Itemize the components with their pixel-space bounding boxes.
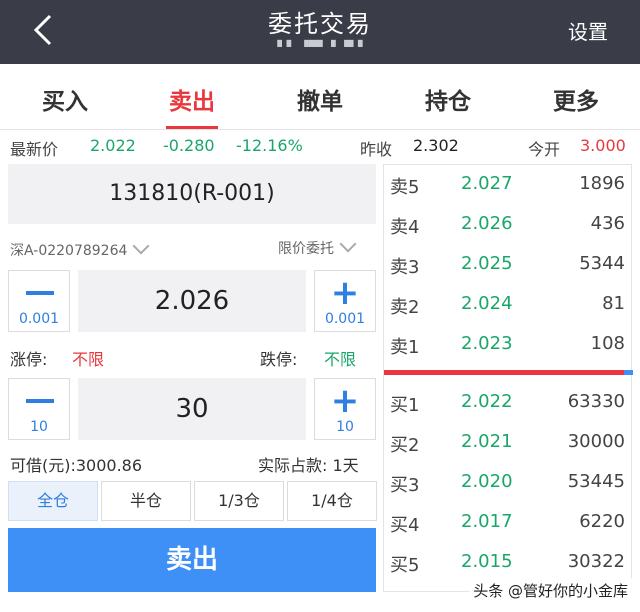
position-half-button[interactable]: 半仓 <box>101 481 191 521</box>
chevron-down-icon <box>132 237 150 255</box>
ask-label: 卖5 <box>390 177 420 198</box>
tab-cancel[interactable]: 撤单 <box>275 82 365 116</box>
bid-row[interactable]: 买2 2.021 30000 <box>384 423 633 463</box>
price-decrease-button[interactable]: 0.001 <box>8 270 70 332</box>
ask-volume: 436 <box>590 213 625 234</box>
position-third-button[interactable]: 1/3仓 <box>194 481 284 521</box>
qty-step-label: 10 <box>336 419 354 435</box>
limit-up-label: 涨停: <box>10 350 48 369</box>
tab-buy[interactable]: 买入 <box>20 82 110 116</box>
ask-volume: 108 <box>590 333 625 354</box>
order-type-select[interactable]: 限价委托 <box>278 235 357 258</box>
bid-label: 买4 <box>390 515 420 536</box>
bid-label: 买5 <box>390 555 420 576</box>
prev-close-label: 昨收 <box>360 140 393 159</box>
account-number: 深A-0220789264 <box>10 243 128 259</box>
active-tab-indicator <box>166 126 218 129</box>
top-bar: 委托交易 ▘▘ ▝▀▘ ▘ ▀▝ 设置 <box>0 0 640 64</box>
bid-price: 2.015 <box>461 551 513 572</box>
sell-submit-button[interactable]: 卖出 <box>8 528 376 592</box>
qty-decrease-button[interactable]: 10 <box>8 378 70 440</box>
order-book: 卖5 2.027 1896 卖4 2.026 436 卖3 2.025 5344… <box>383 164 633 592</box>
minus-icon <box>26 399 54 403</box>
account-select[interactable]: 深A-0220789264 <box>10 237 150 260</box>
ask-label: 卖1 <box>390 337 420 358</box>
qty-increase-button[interactable]: + 10 <box>314 378 376 440</box>
ask-bid-ratio-bar-ask <box>384 370 624 375</box>
ask-volume: 81 <box>602 293 625 314</box>
limit-down-value: 不限 <box>324 350 357 369</box>
ask-volume: 5344 <box>579 253 625 274</box>
tab-more[interactable]: 更多 <box>531 82 621 116</box>
bid-price: 2.022 <box>461 391 513 412</box>
quote-bar: 最新价 2.022 -0.280 -12.16% 昨收 2.302 今开 3.0… <box>0 130 640 162</box>
bid-row[interactable]: 买4 2.017 6220 <box>384 503 633 543</box>
price-step-label: 0.001 <box>324 311 366 327</box>
price-input[interactable]: 2.026 <box>78 270 306 332</box>
bid-row[interactable]: 买3 2.020 53445 <box>384 463 633 503</box>
limit-up-value: 不限 <box>72 350 105 369</box>
ask-price: 2.027 <box>461 173 513 194</box>
ask-price: 2.024 <box>461 293 513 314</box>
account-masked: ▘▘ ▝▀▘ ▘ ▀▝ <box>277 40 363 54</box>
open-label: 今开 <box>528 140 561 159</box>
bid-price: 2.017 <box>461 511 513 532</box>
ask-row[interactable]: 卖1 2.023 108 <box>384 325 633 365</box>
ask-label: 卖4 <box>390 217 420 238</box>
price-change: -0.280 <box>163 136 215 155</box>
prev-close: 2.302 <box>413 136 459 155</box>
chevron-down-icon <box>339 235 357 253</box>
minus-icon <box>26 291 54 295</box>
open-price: 3.000 <box>580 136 626 155</box>
occupied-days: 实际占款: 1天 <box>258 456 359 475</box>
ask-row[interactable]: 卖2 2.024 81 <box>384 285 633 325</box>
bid-row[interactable]: 买5 2.015 30322 <box>384 543 633 583</box>
settings-button[interactable]: 设置 <box>568 16 608 45</box>
ask-row[interactable]: 卖5 2.027 1896 <box>384 165 633 205</box>
ask-row[interactable]: 卖4 2.026 436 <box>384 205 633 245</box>
trade-tabs: 买入 卖出 撤单 持仓 更多 <box>0 64 640 130</box>
position-quarter-button[interactable]: 1/4仓 <box>287 481 377 521</box>
tab-sell[interactable]: 卖出 <box>147 82 237 116</box>
ask-volume: 1896 <box>579 173 625 194</box>
price-increase-button[interactable]: + 0.001 <box>314 270 376 332</box>
last-price-label: 最新价 <box>10 140 59 159</box>
bid-label: 买1 <box>390 395 420 416</box>
bid-price: 2.021 <box>461 431 513 452</box>
watermark: 头条 @管好你的小金库 <box>469 578 632 603</box>
bid-label: 买2 <box>390 435 420 456</box>
ask-label: 卖3 <box>390 257 420 278</box>
bid-volume: 30322 <box>567 551 625 572</box>
order-type-label: 限价委托 <box>278 241 334 257</box>
bid-label: 买3 <box>390 475 420 496</box>
available-funds: 可借(元):3000.86 <box>10 456 143 475</box>
ask-label: 卖2 <box>390 297 420 318</box>
bid-volume: 30000 <box>567 431 625 452</box>
ask-price: 2.026 <box>461 213 513 234</box>
price-step-label: 0.001 <box>18 311 60 327</box>
bid-volume: 63330 <box>567 391 625 412</box>
price-change-pct: -12.16% <box>236 136 303 155</box>
last-price: 2.022 <box>90 136 136 155</box>
limit-down-label: 跌停: <box>260 350 298 369</box>
bid-row[interactable]: 买1 2.022 63330 <box>384 383 633 423</box>
ask-price: 2.023 <box>461 333 513 354</box>
page-title: 委托交易 <box>268 10 372 38</box>
position-full-button[interactable]: 全仓 <box>8 481 98 521</box>
bid-price: 2.020 <box>461 471 513 492</box>
plus-icon: + <box>330 381 360 421</box>
ask-price: 2.025 <box>461 253 513 274</box>
security-code-field[interactable]: 131810(R-001) <box>8 164 376 224</box>
tab-positions[interactable]: 持仓 <box>403 82 493 116</box>
bid-volume: 6220 <box>579 511 625 532</box>
ask-bid-ratio-bar-bid <box>624 370 633 375</box>
plus-icon: + <box>330 273 360 313</box>
ask-row[interactable]: 卖3 2.025 5344 <box>384 245 633 285</box>
qty-step-label: 10 <box>30 419 48 435</box>
bid-volume: 53445 <box>567 471 625 492</box>
quantity-input[interactable]: 30 <box>78 378 306 440</box>
